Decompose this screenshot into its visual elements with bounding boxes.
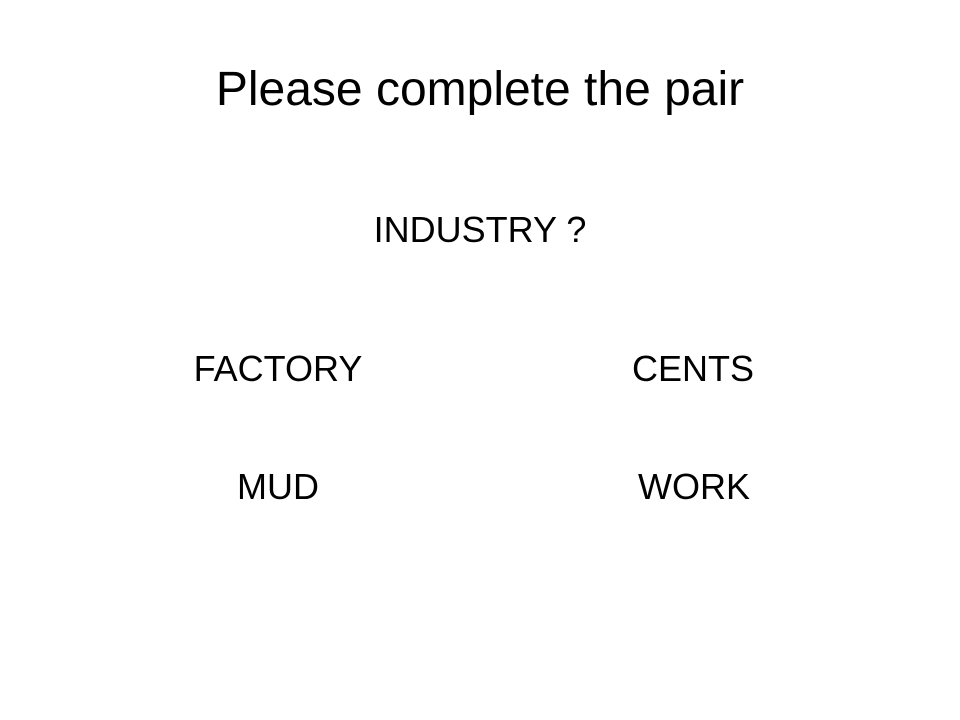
- option-cents[interactable]: CENTS: [543, 345, 843, 393]
- prompt-word: INDUSTRY ?: [373, 209, 587, 250]
- option-factory[interactable]: FACTORY: [128, 345, 428, 393]
- slide: Please complete the pair INDUSTRY ? FACT…: [0, 0, 960, 720]
- slide-title: Please complete the pair: [215, 63, 745, 116]
- option-work[interactable]: WORK: [544, 463, 844, 511]
- option-mud[interactable]: MUD: [128, 463, 428, 511]
